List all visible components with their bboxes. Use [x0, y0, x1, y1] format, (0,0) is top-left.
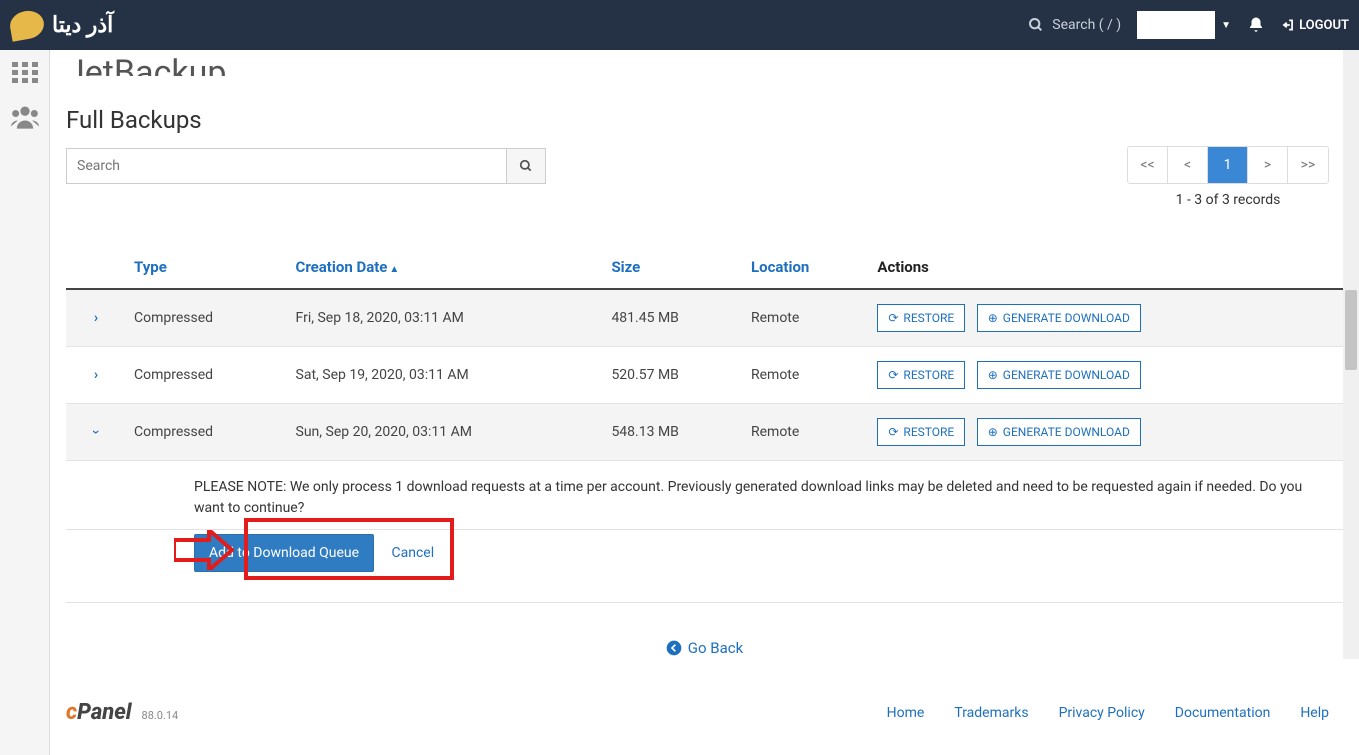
refresh-icon: ⟳	[888, 311, 898, 325]
version: 88.0.14	[142, 709, 179, 722]
users-icon[interactable]	[10, 104, 40, 130]
page-next[interactable]: >	[1248, 147, 1288, 183]
col-size[interactable]: Size	[611, 258, 640, 276]
app-title: JetBackup	[50, 50, 1359, 76]
col-type[interactable]: Type	[134, 258, 167, 276]
go-back-link[interactable]: Go Back	[666, 639, 743, 657]
col-location[interactable]: Location	[751, 258, 809, 276]
generate-download-button[interactable]: ⊕GENERATE DOWNLOAD	[977, 418, 1141, 446]
restore-button[interactable]: ⟳RESTORE	[877, 361, 965, 389]
scroll-thumb[interactable]	[1345, 290, 1357, 370]
table-row: › Compressed Sun, Sep 20, 2020, 03:11 AM…	[66, 404, 1343, 461]
chevron-down-icon[interactable]: ▼	[1221, 20, 1231, 31]
bell-icon[interactable]	[1247, 15, 1265, 35]
search-button[interactable]	[506, 148, 546, 184]
refresh-icon: ⟳	[888, 425, 898, 439]
restore-button[interactable]: ⟳RESTORE	[877, 418, 965, 446]
footer: cPanel 88.0.14 Home Trademarks Privacy P…	[50, 670, 1359, 735]
sort-asc-icon: ▲	[389, 264, 399, 275]
page-first[interactable]: <<	[1128, 147, 1168, 183]
topbar-search[interactable]: Search ( / )	[1028, 17, 1121, 33]
search-icon	[1028, 17, 1044, 33]
confirm-note: PLEASE NOTE: We only process 1 download …	[66, 461, 1343, 530]
generate-download-button[interactable]: ⊕GENERATE DOWNLOAD	[977, 304, 1141, 332]
search-label: Search ( / )	[1052, 17, 1121, 33]
footer-link-home[interactable]: Home	[887, 705, 925, 721]
confirm-note-row: PLEASE NOTE: We only process 1 download …	[66, 461, 1343, 530]
footer-link-documentation[interactable]: Documentation	[1175, 705, 1271, 721]
generate-download-button[interactable]: ⊕GENERATE DOWNLOAD	[977, 361, 1141, 389]
confirm-action-row: Add to Download Queue Cancel	[66, 530, 1343, 603]
pager-info: 1 - 3 of 3 records	[1127, 192, 1329, 208]
restore-button[interactable]: ⟳RESTORE	[877, 304, 965, 332]
search-input[interactable]	[66, 148, 506, 184]
chevron-down-icon[interactable]: ›	[88, 430, 104, 434]
main-content: JetBackup Full Backups << < 1 > >> 1 - 3…	[50, 50, 1359, 755]
logout-button[interactable]: LOGOUT	[1281, 18, 1349, 33]
download-icon: ⊕	[988, 311, 998, 325]
add-to-download-queue-button[interactable]: Add to Download Queue	[194, 534, 374, 572]
scrollbar[interactable]	[1343, 50, 1359, 659]
section-title: Full Backups	[50, 76, 1359, 148]
grid-icon[interactable]	[10, 60, 40, 86]
chevron-right-icon[interactable]: ›	[94, 367, 98, 383]
table-row: › Compressed Fri, Sep 18, 2020, 03:11 AM…	[66, 289, 1343, 347]
footer-link-privacy[interactable]: Privacy Policy	[1059, 705, 1145, 721]
sidebar	[0, 50, 50, 755]
logo-text: آذر دیتا	[52, 13, 113, 38]
logo-icon	[8, 8, 46, 41]
chevron-right-icon[interactable]: ›	[94, 310, 98, 326]
refresh-icon: ⟳	[888, 368, 898, 382]
search-icon	[519, 159, 533, 173]
col-actions: Actions	[869, 246, 1343, 289]
page-current[interactable]: 1	[1208, 147, 1248, 183]
topbar: آذر دیتا Search ( / ) ▼ LOGOUT	[0, 0, 1359, 50]
user-select[interactable]	[1137, 11, 1215, 39]
cancel-link[interactable]: Cancel	[392, 545, 435, 561]
col-creation-date[interactable]: Creation Date▲	[296, 258, 400, 276]
download-icon: ⊕	[988, 425, 998, 439]
footer-link-trademarks[interactable]: Trademarks	[954, 705, 1028, 721]
download-icon: ⊕	[988, 368, 998, 382]
backups-table: Type Creation Date▲ Size Location Action…	[66, 246, 1343, 603]
pagination: << < 1 > >>	[1127, 146, 1329, 184]
logout-icon	[1281, 18, 1295, 32]
table-row: › Compressed Sat, Sep 19, 2020, 03:11 AM…	[66, 347, 1343, 404]
footer-link-help[interactable]: Help	[1300, 705, 1329, 721]
cpanel-brand: cPanel 88.0.14	[66, 700, 178, 725]
logo[interactable]: آذر دیتا	[10, 11, 113, 39]
arrow-left-circle-icon	[666, 640, 682, 656]
page-last[interactable]: >>	[1288, 147, 1328, 183]
page-prev[interactable]: <	[1168, 147, 1208, 183]
